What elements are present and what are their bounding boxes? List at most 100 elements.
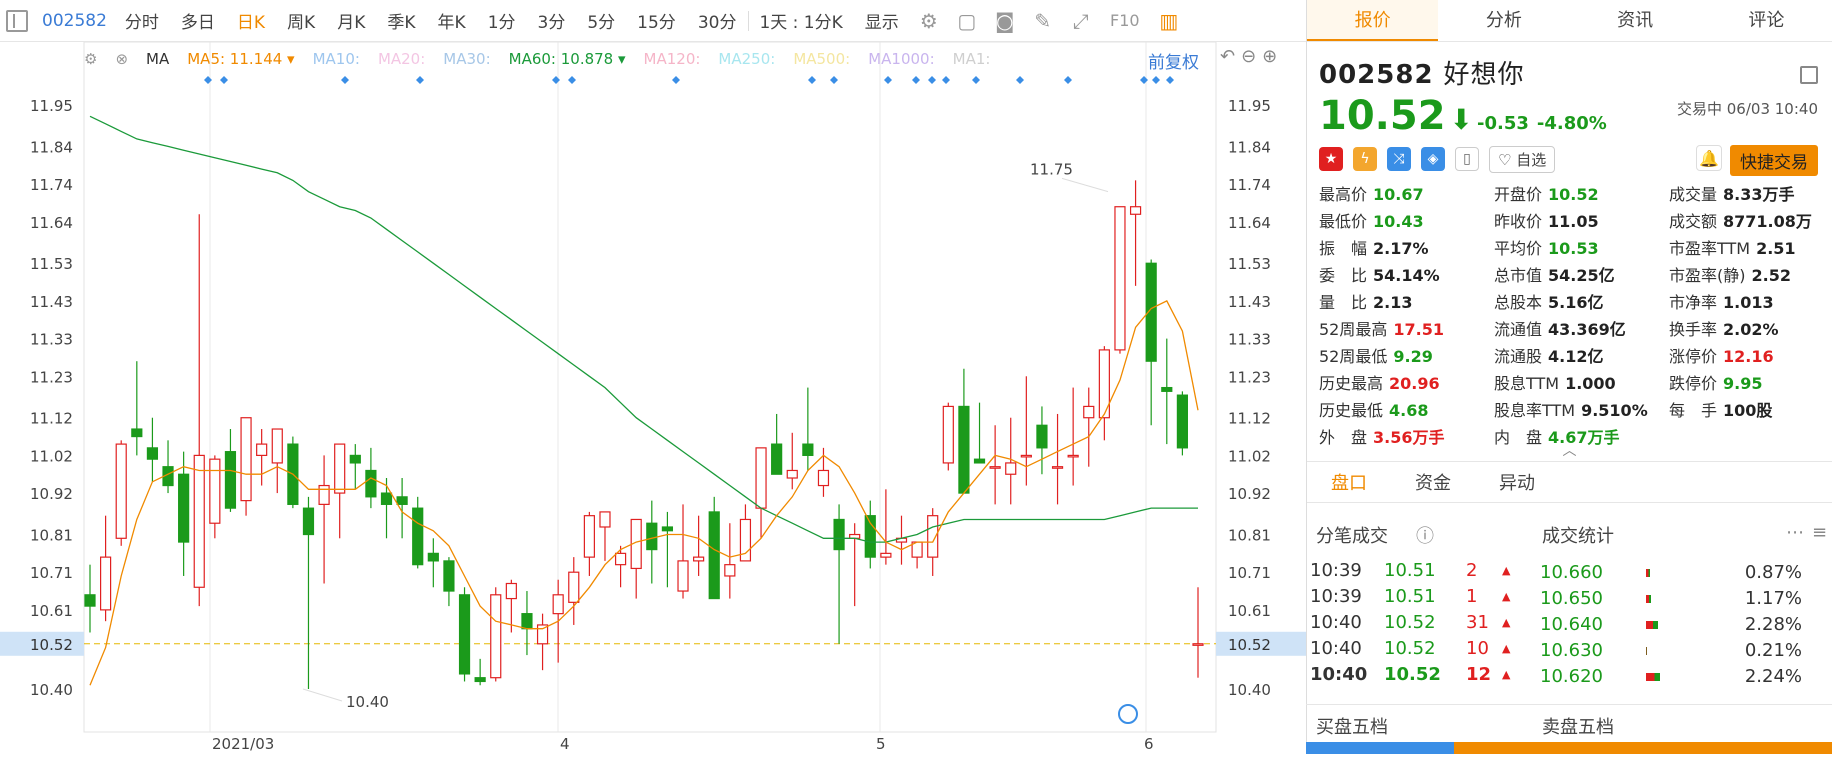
search-icon [1118, 704, 1138, 724]
stat-bar [1646, 647, 1647, 655]
bookmark-icon[interactable]: ▯ [1455, 147, 1479, 171]
window-icon[interactable]: ▢ [955, 9, 979, 33]
quote-label: 内 盘 [1494, 428, 1543, 447]
candle-body [474, 677, 486, 683]
tab-comments[interactable]: 评论 [1701, 0, 1832, 41]
pen-icon[interactable]: ✎ [1031, 9, 1055, 33]
quote-label: 市净率 [1669, 293, 1718, 312]
candle-body [380, 492, 393, 505]
quote-label: 外 盘 [1319, 428, 1368, 447]
candle-body [1005, 462, 1017, 475]
trade-status: 交易中 06/03 10:40 [1677, 100, 1818, 118]
more-icon[interactable]: ⋯ [1786, 522, 1804, 543]
y-tick-label-right: 10.92 [1228, 485, 1271, 503]
candle-body [708, 511, 720, 600]
y-tick-label-left: 11.12 [30, 410, 73, 428]
quote-value: 9.29 [1393, 347, 1433, 366]
bell-icon[interactable]: 🔔 [1696, 145, 1722, 171]
lightning-icon[interactable]: ϟ [1353, 147, 1377, 171]
y-tick-label-left: 11.95 [30, 97, 73, 115]
candle-body [178, 473, 190, 543]
quote-cell: 市净率 1.013 [1669, 289, 1832, 312]
low-annotation: 10.40 [346, 693, 389, 711]
tick-volume: 1 [1466, 586, 1478, 607]
tab-pankou[interactable]: 盘口 [1307, 469, 1391, 495]
tab-weekly-k[interactable]: 周K [287, 8, 315, 33]
quote-cell: 流通值 43.369亿 [1494, 316, 1669, 339]
quote-value: 12.16 [1723, 347, 1774, 366]
f10-button[interactable]: F10 [1107, 9, 1143, 33]
fullscreen-icon[interactable]: ⤢ [1069, 9, 1093, 33]
quote-label: 总市值 [1494, 266, 1543, 285]
candle-body [942, 405, 954, 464]
document-icon[interactable] [1800, 66, 1818, 84]
tab-fund[interactable]: 资金 [1391, 469, 1475, 495]
candlestick-chart[interactable]: 11.95 11.95 11.84 11.84 11.74 11.74 11.64 11.64… [0, 41, 1306, 754]
event-marker [972, 76, 980, 84]
tab-yearly-k[interactable]: 年K [438, 8, 466, 33]
settings-icon[interactable]: ⚙ [917, 9, 941, 33]
display-dropdown[interactable]: 显示 [865, 8, 899, 33]
list-icon[interactable]: ≡ [1812, 522, 1827, 543]
quote-cell: 平均价 10.53 [1494, 235, 1669, 258]
shuffle-icon[interactable]: ⤨ [1387, 147, 1411, 171]
stat-bar [1646, 595, 1651, 603]
y-tick-label-left: 11.02 [30, 447, 73, 465]
tab-1min[interactable]: 1分 [488, 8, 516, 33]
quote-label: 昨收价 [1494, 212, 1543, 231]
tab-news[interactable]: 资讯 [1570, 0, 1701, 41]
event-marker [552, 76, 560, 84]
collapse-caret-icon[interactable]: ︿ [1307, 444, 1832, 458]
tab-15min[interactable]: 15分 [637, 8, 676, 33]
tab-monthly-k[interactable]: 月K [337, 8, 365, 33]
tick-volume: 2 [1466, 560, 1478, 581]
quick-trade-button[interactable]: 快捷交易 [1730, 145, 1818, 176]
event-marker [341, 76, 349, 84]
candle-body [115, 443, 127, 539]
event-marker [884, 76, 892, 84]
tab-5min[interactable]: 5分 [587, 8, 615, 33]
ma5-line [89, 300, 1199, 686]
up-arrow-icon: ▲ [1502, 590, 1511, 603]
y-tick-label-left: 11.53 [30, 255, 73, 273]
help-icon[interactable]: ⓘ [1416, 522, 1434, 548]
y-tick-label-left: 11.64 [30, 214, 73, 232]
tab-quarterly-k[interactable]: 季K [387, 8, 415, 33]
tab-daily-k[interactable]: 日K [237, 8, 265, 33]
candle-body [271, 428, 283, 464]
candle-body [552, 594, 564, 615]
quote-value: 1.013 [1723, 293, 1774, 312]
tab-movement[interactable]: 异动 [1475, 469, 1559, 495]
divider [748, 10, 750, 31]
tab-quote[interactable]: 报价 [1307, 0, 1439, 41]
tab-fenshi[interactable]: 分时 [125, 8, 159, 33]
event-marker [1140, 76, 1148, 84]
quote-value: 4.67万手 [1548, 428, 1620, 447]
candle-body [84, 594, 96, 607]
quote-label: 流通股 [1494, 347, 1543, 366]
period-select[interactable]: 1天 : 1分K [759, 8, 842, 33]
quote-cell: 跌停价 9.95 [1669, 370, 1832, 393]
tab-30min[interactable]: 30分 [698, 8, 737, 33]
price-change: -0.53 [1477, 113, 1529, 134]
quote-value: 3.56万手 [1373, 428, 1445, 447]
tab-3min[interactable]: 3分 [538, 8, 566, 33]
tick-price: 10.51 [1384, 586, 1436, 607]
menu-icon[interactable] [6, 9, 28, 32]
quote-label: 委 比 [1319, 266, 1368, 285]
sidebar-toggle-icon[interactable]: ▥ [1157, 9, 1181, 33]
camera-icon[interactable]: ◙ [993, 9, 1017, 33]
quote-value: 10.43 [1373, 212, 1424, 231]
y-tick-label-right: 11.84 [1228, 138, 1271, 156]
high-annotation: 11.75 [1030, 160, 1073, 178]
tag-icon[interactable]: ◈ [1421, 147, 1445, 171]
y-tick-label-left: 10.40 [30, 681, 73, 699]
candle-body [1129, 206, 1142, 215]
add-favorite-button[interactable]: ♡ 自选 [1489, 145, 1556, 173]
quote-value: 1.000 [1565, 374, 1616, 393]
candle-body [1083, 405, 1095, 419]
tab-analysis[interactable]: 分析 [1438, 0, 1569, 41]
x-axis-label: 2021/03 [212, 735, 274, 753]
candle-body [1020, 454, 1032, 458]
tab-multiday[interactable]: 多日 [181, 8, 215, 33]
